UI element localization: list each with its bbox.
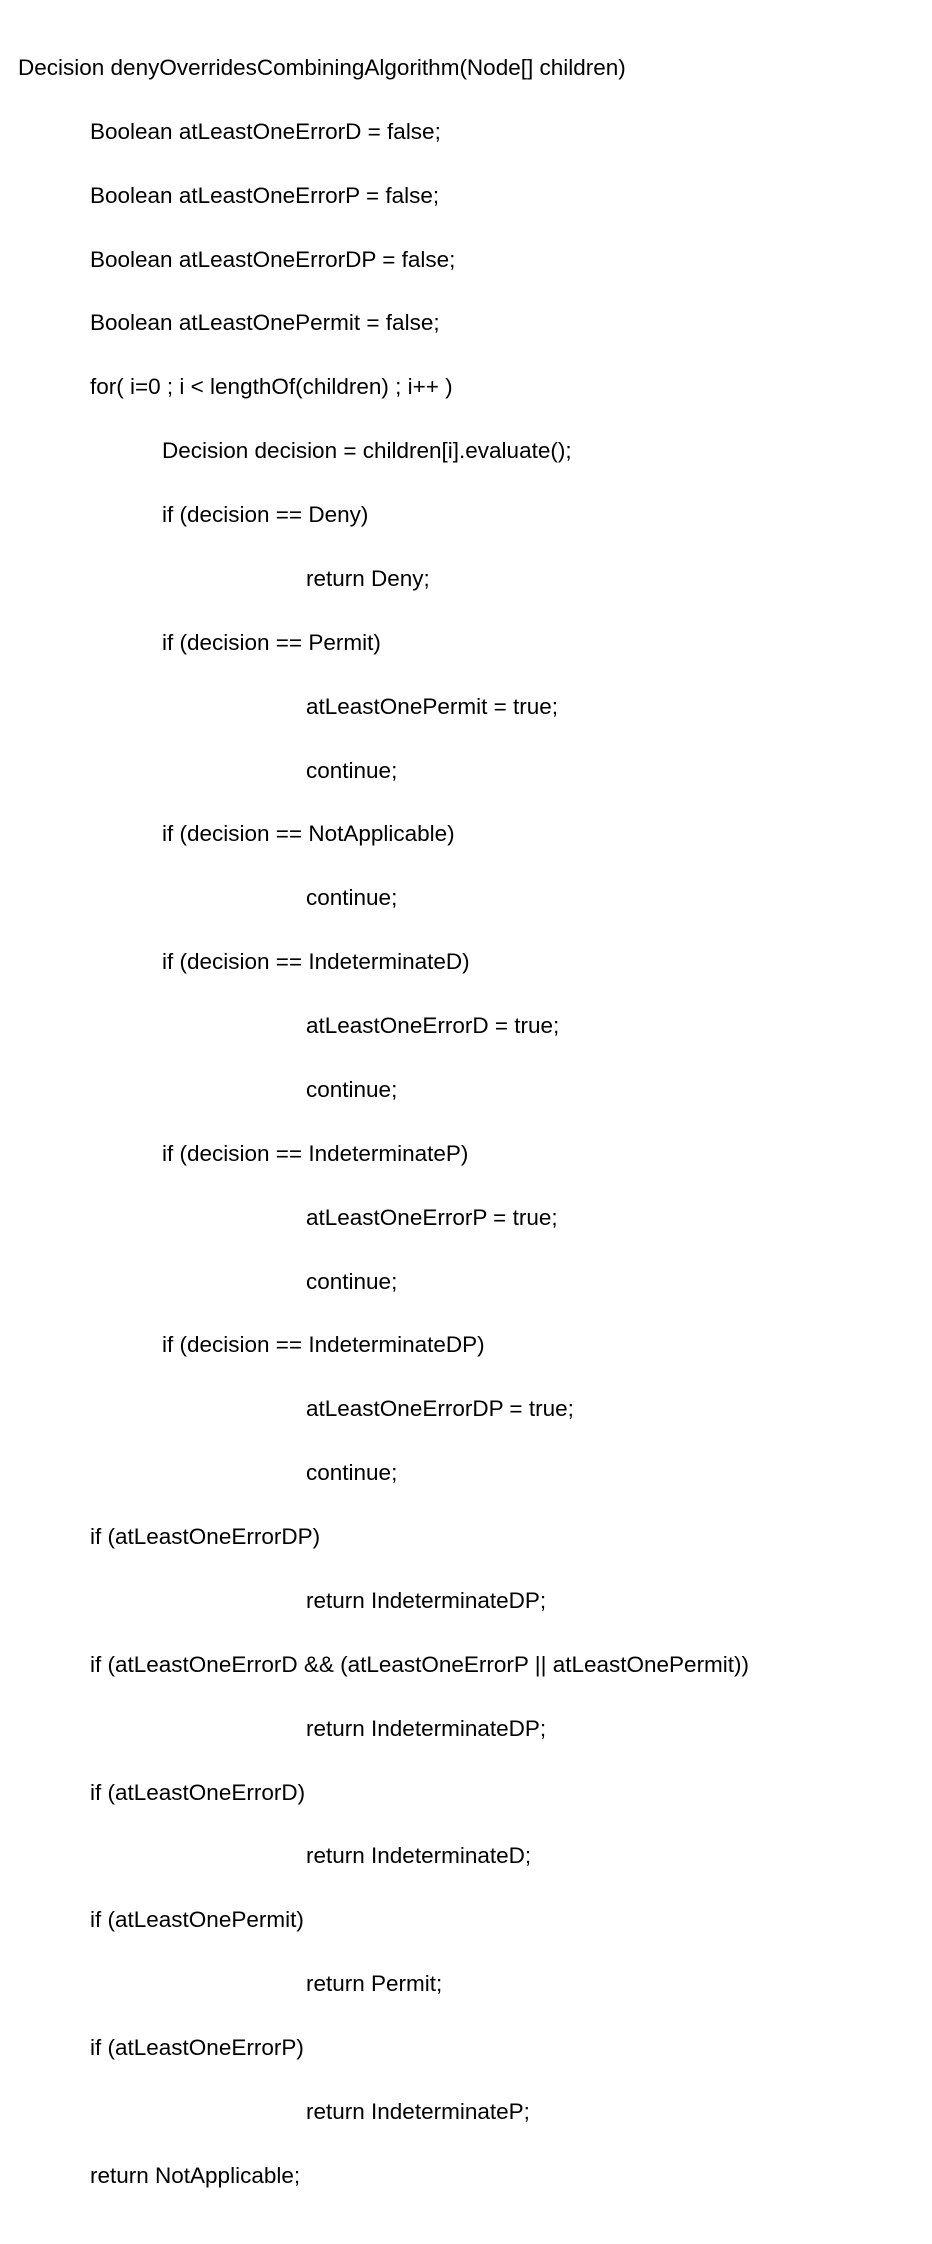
code-line: if (atLeastOneErrorD && (atLeastOneError… [18, 1649, 914, 1681]
code-line: Boolean atLeastOneErrorDP = false; [18, 244, 914, 276]
code-line: for( i=0 ; i < lengthOf(children) ; i++ … [18, 371, 914, 403]
code-line: atLeastOnePermit = true; [18, 691, 914, 723]
code-line: if (decision == IndeterminateD) [18, 946, 914, 978]
code-line: Boolean atLeastOneErrorD = false; [18, 116, 914, 148]
code-line: if (atLeastOnePermit) [18, 1904, 914, 1936]
code-line: continue; [18, 1457, 914, 1489]
code-line: if (decision == Deny) [18, 499, 914, 531]
code-line: if (atLeastOneErrorDP) [18, 1521, 914, 1553]
code-line: return IndeterminateD; [18, 1840, 914, 1872]
code-line: return Deny; [18, 563, 914, 595]
code-line: if (decision == IndeterminateP) [18, 1138, 914, 1170]
code-line: continue; [18, 1266, 914, 1298]
code-line: atLeastOneErrorP = true; [18, 1202, 914, 1234]
code-line: if (atLeastOneErrorD) [18, 1777, 914, 1809]
code-line: return NotApplicable; [18, 2160, 914, 2192]
code-line: Decision decision = children[i].evaluate… [18, 435, 914, 467]
code-line: return IndeterminateDP; [18, 1713, 914, 1745]
code-line: Decision denyOverridesCombiningAlgorithm… [18, 52, 914, 84]
code-line: if (decision == NotApplicable) [18, 818, 914, 850]
code-line: atLeastOneErrorD = true; [18, 1010, 914, 1042]
code-line: continue; [18, 1074, 914, 1106]
pseudocode-block: Decision denyOverridesCombiningAlgorithm… [18, 20, 914, 2224]
code-line: atLeastOneErrorDP = true; [18, 1393, 914, 1425]
code-line: Boolean atLeastOnePermit = false; [18, 307, 914, 339]
code-line: return IndeterminateDP; [18, 1585, 914, 1617]
code-line: if (decision == Permit) [18, 627, 914, 659]
code-line: continue; [18, 755, 914, 787]
code-line: return Permit; [18, 1968, 914, 2000]
code-line: if (atLeastOneErrorP) [18, 2032, 914, 2064]
code-line: continue; [18, 882, 914, 914]
code-line: Boolean atLeastOneErrorP = false; [18, 180, 914, 212]
code-line: if (decision == IndeterminateDP) [18, 1329, 914, 1361]
code-line: return IndeterminateP; [18, 2096, 914, 2128]
